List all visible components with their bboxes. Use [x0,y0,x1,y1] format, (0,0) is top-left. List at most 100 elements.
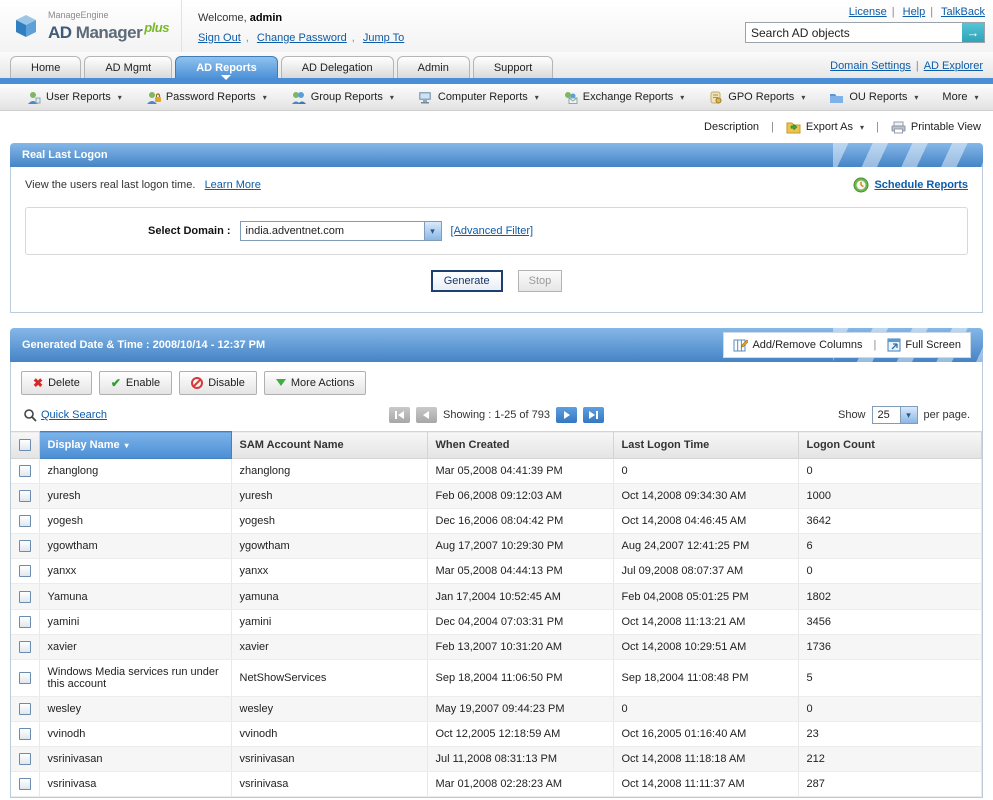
jump-to-link[interactable]: Jump To [363,32,404,44]
row-checkbox[interactable] [19,465,31,477]
report-description: View the users real last logon time. [25,179,195,191]
chevron-down-icon: ▾ [680,93,684,102]
row-checkbox-cell [11,609,39,634]
pagination-prev-button[interactable] [416,407,437,423]
column-logon-count[interactable]: Logon Count [798,432,982,459]
schedule-reports-link[interactable]: Schedule Reports [853,177,968,193]
row-checkbox[interactable] [19,753,31,765]
domain-settings-link[interactable]: Domain Settings [830,60,911,72]
row-checkbox[interactable] [19,703,31,715]
row-checkbox[interactable] [19,591,31,603]
table-cell: wesley [231,696,427,721]
pagination-last-button[interactable] [583,407,604,423]
table-row: yureshyureshFeb 06,2008 09:12:03 AMOct 1… [11,484,982,509]
description-toggle[interactable]: Description [704,121,759,133]
menu-gpo-reports[interactable]: GPO Reports▾ [708,91,805,104]
report-panel-header: Real Last Logon [10,143,983,167]
schedule-clock-icon [853,177,869,193]
columns-edit-icon [733,338,748,352]
row-checkbox[interactable] [19,540,31,552]
menu-group-reports[interactable]: Group Reports▾ [291,91,394,104]
disable-button[interactable]: Disable [179,371,257,395]
column-display-name[interactable]: Display Name▾ [39,432,231,459]
row-checkbox-cell [11,696,39,721]
change-password-link[interactable]: Change Password [257,32,347,44]
chevron-down-icon: ▾ [263,93,267,102]
row-checkbox[interactable] [19,515,31,527]
tab-ad-mgmt[interactable]: AD Mgmt [84,56,172,78]
chevron-down-icon: ▾ [424,222,441,240]
chevron-down-icon: ▾ [118,93,122,102]
ad-search-box: → [745,22,985,43]
table-row: zhanglongzhanglongMar 05,2008 04:41:39 P… [11,459,982,484]
per-page-suffix: per page. [924,409,970,421]
tab-home[interactable]: Home [10,56,81,78]
help-link[interactable]: Help [903,6,926,18]
menu-more[interactable]: More▾ [942,91,978,103]
table-cell: vvinodh [39,721,231,746]
row-checkbox[interactable] [19,490,31,502]
menu-computer-reports[interactable]: Computer Reports▾ [418,91,539,104]
page-actions-row: Description | Export As▾ | Printable Vie… [0,111,993,143]
row-checkbox[interactable] [19,672,31,684]
domain-select[interactable]: india.adventnet.com ▾ [240,221,442,241]
ad-explorer-link[interactable]: AD Explorer [924,60,983,72]
table-cell: Aug 17,2007 10:29:30 PM [427,534,613,559]
advanced-filter-link[interactable]: [Advanced Filter] [451,225,534,237]
menu-exchange-reports[interactable]: Exchange Reports▾ [563,91,685,104]
column-sam-account-name[interactable]: SAM Account Name [231,432,427,459]
table-cell: Oct 14,2008 11:18:18 AM [613,746,798,771]
brand-main: AD Managerplus [48,23,169,42]
pagination-first-button[interactable] [389,407,410,423]
column-when-created[interactable]: When Created [427,432,613,459]
pagination-next-button[interactable] [556,407,577,423]
row-checkbox[interactable] [19,565,31,577]
select-all-checkbox[interactable] [19,439,31,451]
column-last-logon-time[interactable]: Last Logon Time [613,432,798,459]
ad-search-input[interactable] [746,23,962,42]
more-actions-button[interactable]: More Actions [264,371,367,395]
row-checkbox[interactable] [19,641,31,653]
row-checkbox-cell [11,721,39,746]
full-screen-button[interactable]: Full Screen [887,338,961,352]
tab-ad-delegation[interactable]: AD Delegation [281,56,394,78]
talkback-link[interactable]: TalkBack [941,6,985,18]
table-cell: yogesh [231,509,427,534]
tab-support[interactable]: Support [473,56,554,78]
table-cell: Oct 14,2008 11:13:21 AM [613,609,798,634]
menu-ou-reports[interactable]: OU Reports▾ [829,91,918,104]
generate-button[interactable]: Generate [431,270,503,292]
quick-search-link[interactable]: Quick Search [41,409,107,421]
license-link[interactable]: License [849,6,887,18]
table-cell: 0 [798,559,982,584]
delete-button[interactable]: ✖ Delete [21,371,92,395]
per-page-select[interactable]: 25 ▾ [872,406,918,424]
row-checkbox[interactable] [19,778,31,790]
enable-button[interactable]: ✔ Enable [99,371,172,395]
sort-desc-icon: ▾ [125,441,129,450]
menu-password-reports[interactable]: Password Reports▾ [146,91,267,104]
row-checkbox[interactable] [19,728,31,740]
welcome-label: Welcome, [198,12,247,24]
table-cell: yamini [39,609,231,634]
tab-admin[interactable]: Admin [397,56,470,78]
select-all-header[interactable] [11,432,39,459]
add-remove-columns-button[interactable]: Add/Remove Columns [733,338,862,352]
table-cell: Sep 18,2004 11:06:50 PM [427,659,613,696]
table-cell: 3642 [798,509,982,534]
printable-view-button[interactable]: Printable View [891,121,981,134]
check-icon: ✔ [111,376,121,390]
menu-user-reports[interactable]: User Reports▾ [26,91,122,104]
sign-out-link[interactable]: Sign Out [198,32,241,44]
results-panel-header: Generated Date & Time : 2008/10/14 - 12:… [10,328,983,362]
domain-select-value: india.adventnet.com [241,225,349,237]
learn-more-link[interactable]: Learn More [205,179,261,191]
table-cell: yuresh [231,484,427,509]
search-go-button[interactable]: → [962,23,984,42]
table-cell: yogesh [39,509,231,534]
row-checkbox[interactable] [19,616,31,628]
export-as-button[interactable]: Export As▾ [786,121,864,134]
password-lock-icon [146,91,161,104]
table-cell: zhanglong [39,459,231,484]
tab-ad-reports[interactable]: AD Reports [175,56,278,78]
